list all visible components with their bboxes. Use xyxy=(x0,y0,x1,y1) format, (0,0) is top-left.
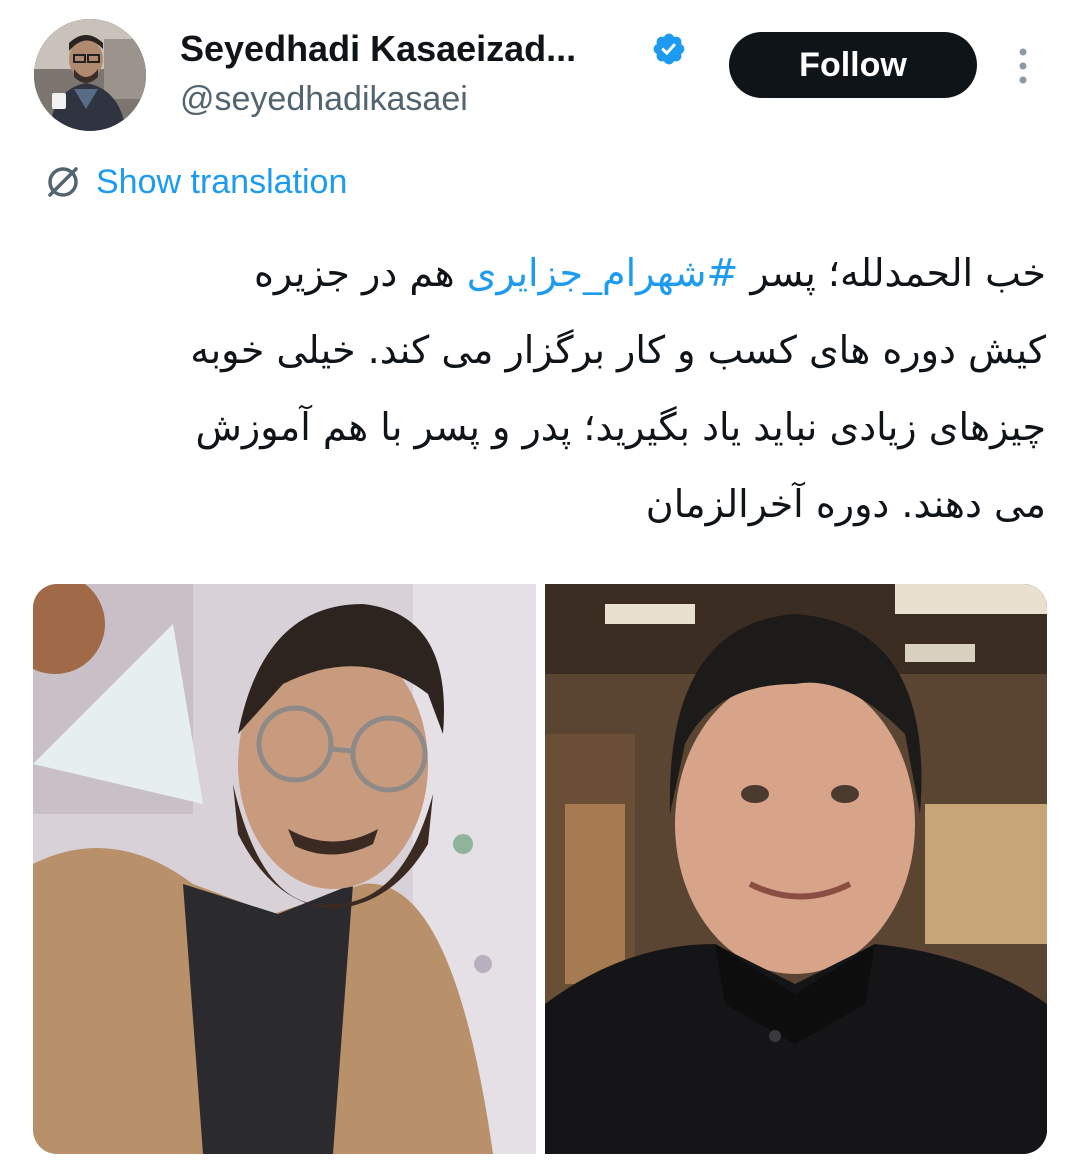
more-vertical-icon[interactable] xyxy=(1010,44,1036,88)
tweet-line-2: کیش دوره های کسب و کار برگزار می کند. خی… xyxy=(190,328,1046,372)
photo-man-black-jacket[interactable] xyxy=(545,584,1047,1154)
translate-icon xyxy=(48,167,78,197)
tweet-line-3: چیزهای زیادی نباید یاد بگیرید؛ پدر و پسر… xyxy=(195,405,1047,449)
follow-button[interactable]: Follow xyxy=(729,32,977,98)
author-handle[interactable]: @seyedhadikasaei xyxy=(180,80,468,119)
tweet-line-1-end: هم در جزیره xyxy=(254,251,467,295)
verified-badge-icon xyxy=(653,33,685,65)
tweet-text: خب الحمدلله؛ پسر #شهرام_جزایری هم در جزی… xyxy=(40,235,1046,543)
tweet-line-1: خب الحمدلله؛ پسر #شهرام_جزایری هم در جزی… xyxy=(40,235,1046,312)
photo-young-man-glasses[interactable] xyxy=(33,584,536,1154)
author-avatar[interactable] xyxy=(34,19,146,131)
show-translation-label: Show translation xyxy=(96,162,348,201)
hashtag-link[interactable]: #شهرام_جزایری xyxy=(467,251,739,295)
tweet-line-1-start: خب الحمدلله؛ پسر xyxy=(738,251,1046,295)
show-translation-link[interactable]: Show translation xyxy=(44,160,347,204)
author-display-name[interactable]: Seyedhadi Kasaeizad... xyxy=(180,28,576,70)
tweet-line-4: می دهند. دوره آخرالزمان xyxy=(645,482,1046,526)
